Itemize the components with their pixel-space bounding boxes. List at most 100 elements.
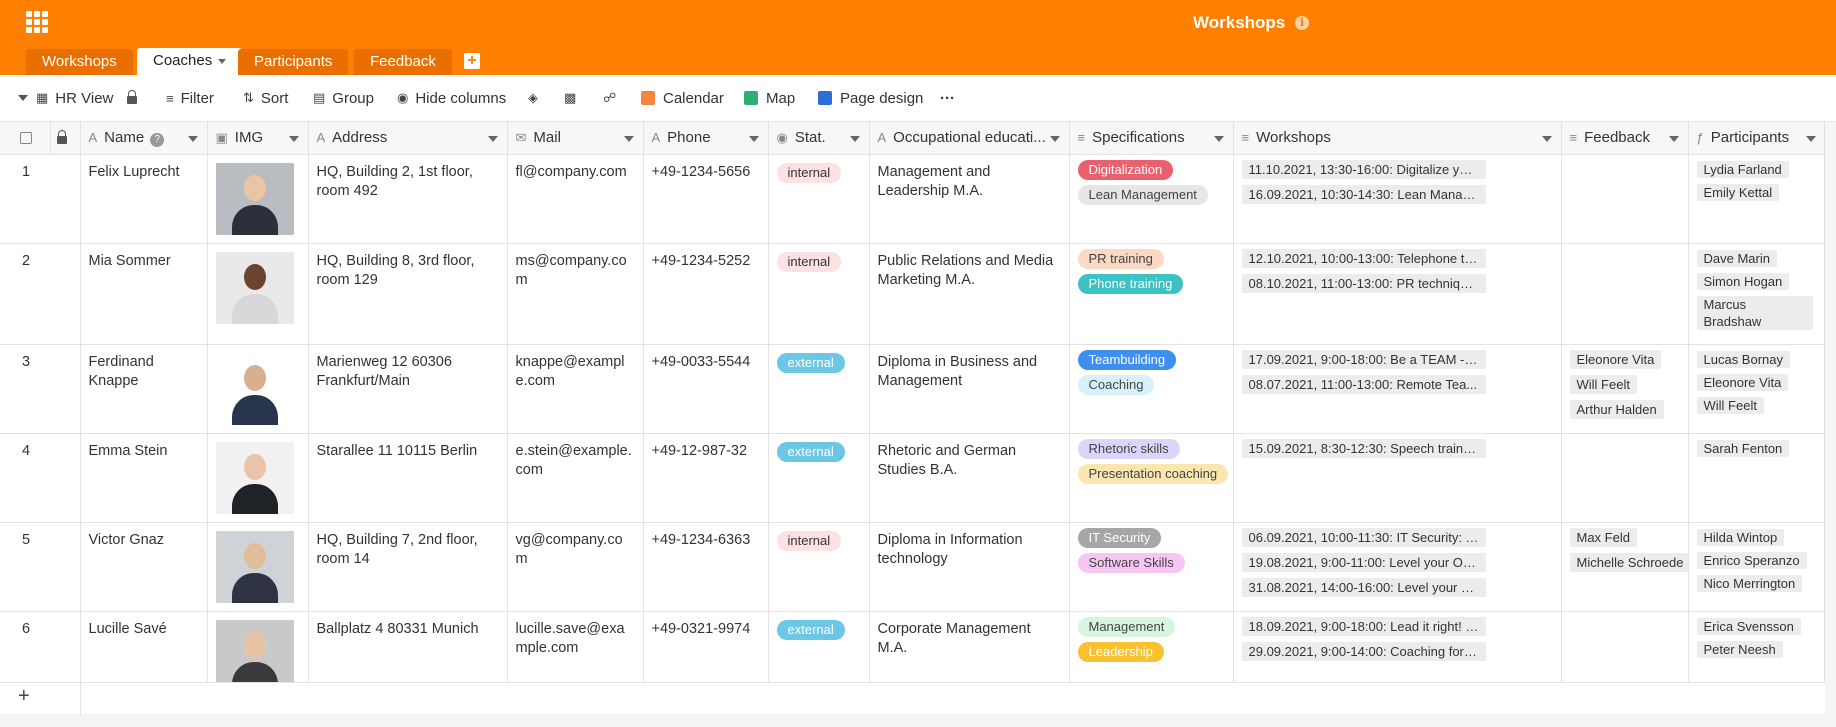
cell-status[interactable]: external [768,433,870,523]
chevron-down-icon[interactable] [487,136,498,142]
feedback-link[interactable]: Michelle Schroede [1569,552,1687,572]
chevron-down-icon[interactable] [1213,136,1224,142]
chevron-down-icon[interactable] [849,136,860,142]
workshop-link[interactable]: 31.08.2021, 14:00-16:00: Level your Of..… [1241,577,1486,597]
cell-feedback[interactable] [1561,154,1689,244]
chevron-down-icon[interactable] [218,58,227,64]
cell-name[interactable]: Victor Gnaz [80,522,208,612]
cell-specifications[interactable]: IT Security Software Skills [1069,522,1234,612]
cell-status[interactable]: internal [768,243,870,345]
cell-participants[interactable]: Hilda Wintop Enrico Speranzo Nico Merringt… [1688,522,1824,612]
chevron-down-icon[interactable] [187,136,198,142]
cell-specifications[interactable]: PR training Phone training [1069,243,1234,345]
row-index[interactable]: 5 [0,522,81,612]
table-row[interactable]: 2 Mia Sommer HQ, Building 8, 3rd floor, ro… [0,243,1824,345]
lock-column[interactable] [50,122,81,155]
avatar[interactable] [215,352,294,425]
feedback-link[interactable]: Max Feld [1569,527,1637,547]
avatar[interactable] [215,619,294,692]
cell-feedback[interactable]: Max Feld Michelle Schroede [1561,522,1689,612]
cell-feedback[interactable] [1561,243,1689,345]
calendar-button[interactable]: Calendar [641,88,724,108]
sort-button[interactable]: ⇅ Sort [243,88,288,108]
workshop-link[interactable]: 15.09.2021, 8:30-12:30: Speech trainin..… [1241,438,1486,458]
chevron-down-icon[interactable] [1805,136,1816,142]
cell-participants[interactable]: Sarah Fenton [1688,433,1824,523]
cell-education[interactable]: Diploma in Business and Management [869,344,1070,434]
cell-participants[interactable]: Lucas Bornay Eleonore Vita Will Feelt [1688,344,1824,434]
group-button[interactable]: ▤ Group [313,88,374,108]
cell-img[interactable] [207,344,309,434]
view-selector[interactable]: ▦ HR View [18,88,138,108]
cell-name[interactable]: Felix Luprecht [80,154,208,244]
info-icon[interactable]: i [1295,16,1309,30]
participant-chip[interactable]: Lydia Farland [1696,160,1789,178]
cell-address[interactable]: HQ, Building 7, 2nd floor, room 14 [308,522,508,612]
tab-coaches[interactable]: Coaches [137,48,243,75]
cell-mail[interactable]: vg@company.com [507,522,644,612]
participant-chip[interactable]: Erica Svensson [1696,617,1801,635]
workshop-link[interactable]: 06.09.2021, 10:00-11:30: IT Security: T.… [1241,527,1486,547]
cell-specifications[interactable]: Teambuilding Coaching [1069,344,1234,434]
filter-button[interactable]: ≡ Filter [166,88,214,108]
select-all-checkbox[interactable] [0,122,51,155]
workshop-link[interactable]: 11.10.2021, 13:30-16:00: Digitalize you.… [1241,159,1486,179]
row-index[interactable]: 1 [0,154,81,244]
chevron-down-icon[interactable] [623,136,634,142]
cell-phone[interactable]: +49-0033-5544 [643,344,769,434]
cell-status[interactable]: external [768,344,870,434]
cell-education[interactable]: Public Relations and Media Marketing M.A… [869,243,1070,345]
cell-img[interactable] [207,522,309,612]
participant-chip[interactable]: Sarah Fenton [1696,439,1790,457]
cell-img[interactable] [207,154,309,244]
cell-address[interactable]: HQ, Building 8, 3rd floor, room 129 [308,243,508,345]
column-header-img[interactable]: ▣ IMG [207,122,309,155]
cell-participants[interactable]: Dave Marin Simon Hogan Marcus Bradshaw [1688,243,1824,345]
row-height-button[interactable]: ▩ [564,88,583,108]
cell-phone[interactable]: +49-1234-5656 [643,154,769,244]
tab-workshops[interactable]: Workshops [26,49,133,75]
cell-name[interactable]: Emma Stein [80,433,208,523]
cell-status[interactable]: internal [768,522,870,612]
column-header-participants[interactable]: ƒ Participants [1688,122,1824,155]
cell-specifications[interactable]: Digitalization Lean Management [1069,154,1234,244]
table-row[interactable]: 5 Victor Gnaz HQ, Building 7, 2nd floor, r… [0,522,1824,612]
cell-workshops[interactable]: 15.09.2021, 8:30-12:30: Speech trainin..… [1233,433,1562,523]
cell-feedback[interactable]: Eleonore Vita Will Feelt Arthur Halden [1561,344,1689,434]
participant-chip[interactable]: Nico Merrington [1696,574,1803,592]
cell-mail[interactable]: knappe@example.com [507,344,644,434]
row-index[interactable]: 2 [0,243,81,345]
chevron-down-icon[interactable] [18,95,28,101]
participant-chip[interactable]: Marcus Bradshaw [1696,295,1813,330]
cell-specifications[interactable]: Rhetoric skills Presentation coaching [1069,433,1234,523]
participant-chip[interactable]: Dave Marin [1696,249,1777,267]
column-header-address[interactable]: A Address [308,122,508,155]
cell-workshops[interactable]: 12.10.2021, 10:00-13:00: Telephone tr...… [1233,243,1562,345]
table-row[interactable]: 3 Ferdinand Knappe Marienweg 12 60306 Fran… [0,344,1824,434]
chevron-down-icon[interactable] [748,136,759,142]
cell-mail[interactable]: e.stein@example.com [507,433,644,523]
cell-workshops[interactable]: 11.10.2021, 13:30-16:00: Digitalize you.… [1233,154,1562,244]
map-button[interactable]: Map [744,88,795,108]
column-header-name[interactable]: A Name? [80,122,208,155]
feedback-link[interactable]: Eleonore Vita [1569,349,1662,369]
workshop-link[interactable]: 19.08.2021, 9:00-11:00: Level your Offi.… [1241,552,1486,572]
chevron-down-icon[interactable] [288,136,299,142]
cell-workshops[interactable]: 06.09.2021, 10:00-11:30: IT Security: T.… [1233,522,1562,612]
participant-chip[interactable]: Simon Hogan [1696,272,1790,290]
tab-feedback[interactable]: Feedback [354,49,452,75]
cell-name[interactable]: Mia Sommer [80,243,208,345]
row-color-button[interactable]: ◈ [528,88,545,108]
apps-grid-icon[interactable] [26,11,48,33]
chevron-down-icon[interactable] [1541,136,1552,142]
avatar[interactable] [215,530,294,603]
row-index[interactable]: 3 [0,344,81,434]
lock-icon[interactable] [56,130,67,145]
cell-img[interactable] [207,433,309,523]
workshop-link[interactable]: 12.10.2021, 10:00-13:00: Telephone tr... [1241,248,1486,268]
cell-address[interactable]: HQ, Building 2, 1st floor, room 492 [308,154,508,244]
participant-chip[interactable]: Lucas Bornay [1696,350,1790,368]
cell-address[interactable]: Marienweg 12 60306 Frankfurt/Main [308,344,508,434]
cell-phone[interactable]: +49-1234-6363 [643,522,769,612]
cell-participants[interactable]: Lydia Farland Emily Kettal [1688,154,1824,244]
